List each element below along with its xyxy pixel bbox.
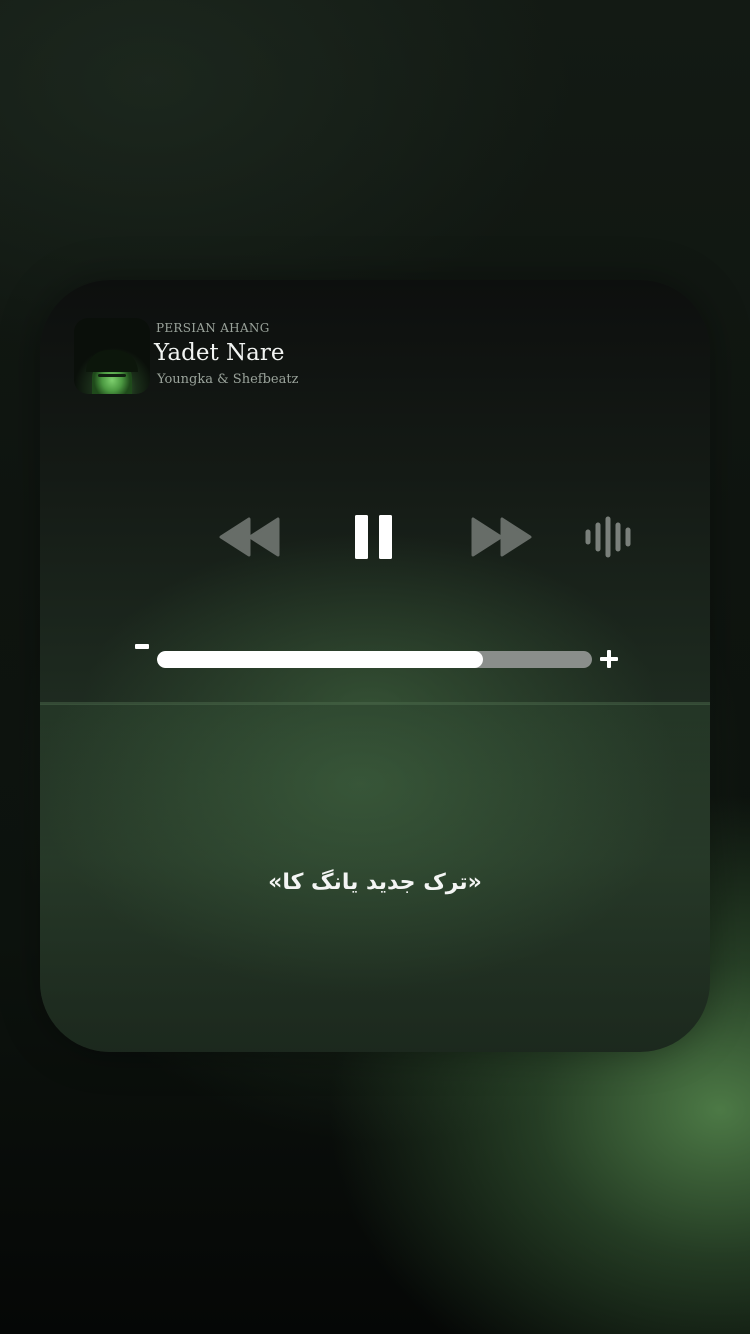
now-playing-card: PERSIAN AHANG Yadet Nare Youngka & Shefb… (40, 280, 710, 1052)
artwork-hair (86, 350, 138, 372)
rewind-icon[interactable] (219, 517, 281, 557)
album-artwork[interactable] (74, 318, 150, 394)
waveform-icon[interactable] (584, 516, 636, 558)
volume-up-icon[interactable] (600, 650, 618, 668)
track-title[interactable]: Yadet Nare (154, 340, 284, 366)
pause-icon[interactable] (354, 514, 394, 560)
volume-down-icon[interactable] (134, 644, 150, 650)
source-label: PERSIAN AHANG (156, 321, 270, 335)
volume-slider[interactable] (157, 651, 592, 668)
artwork-eyes (98, 374, 126, 377)
track-artist[interactable]: Youngka & Shefbeatz (157, 372, 298, 387)
fast-forward-icon[interactable] (470, 517, 532, 557)
caption-text: «ترک جدید یانگ کا» (268, 870, 482, 895)
volume-slider-fill (157, 651, 484, 668)
card-divider (40, 702, 710, 705)
